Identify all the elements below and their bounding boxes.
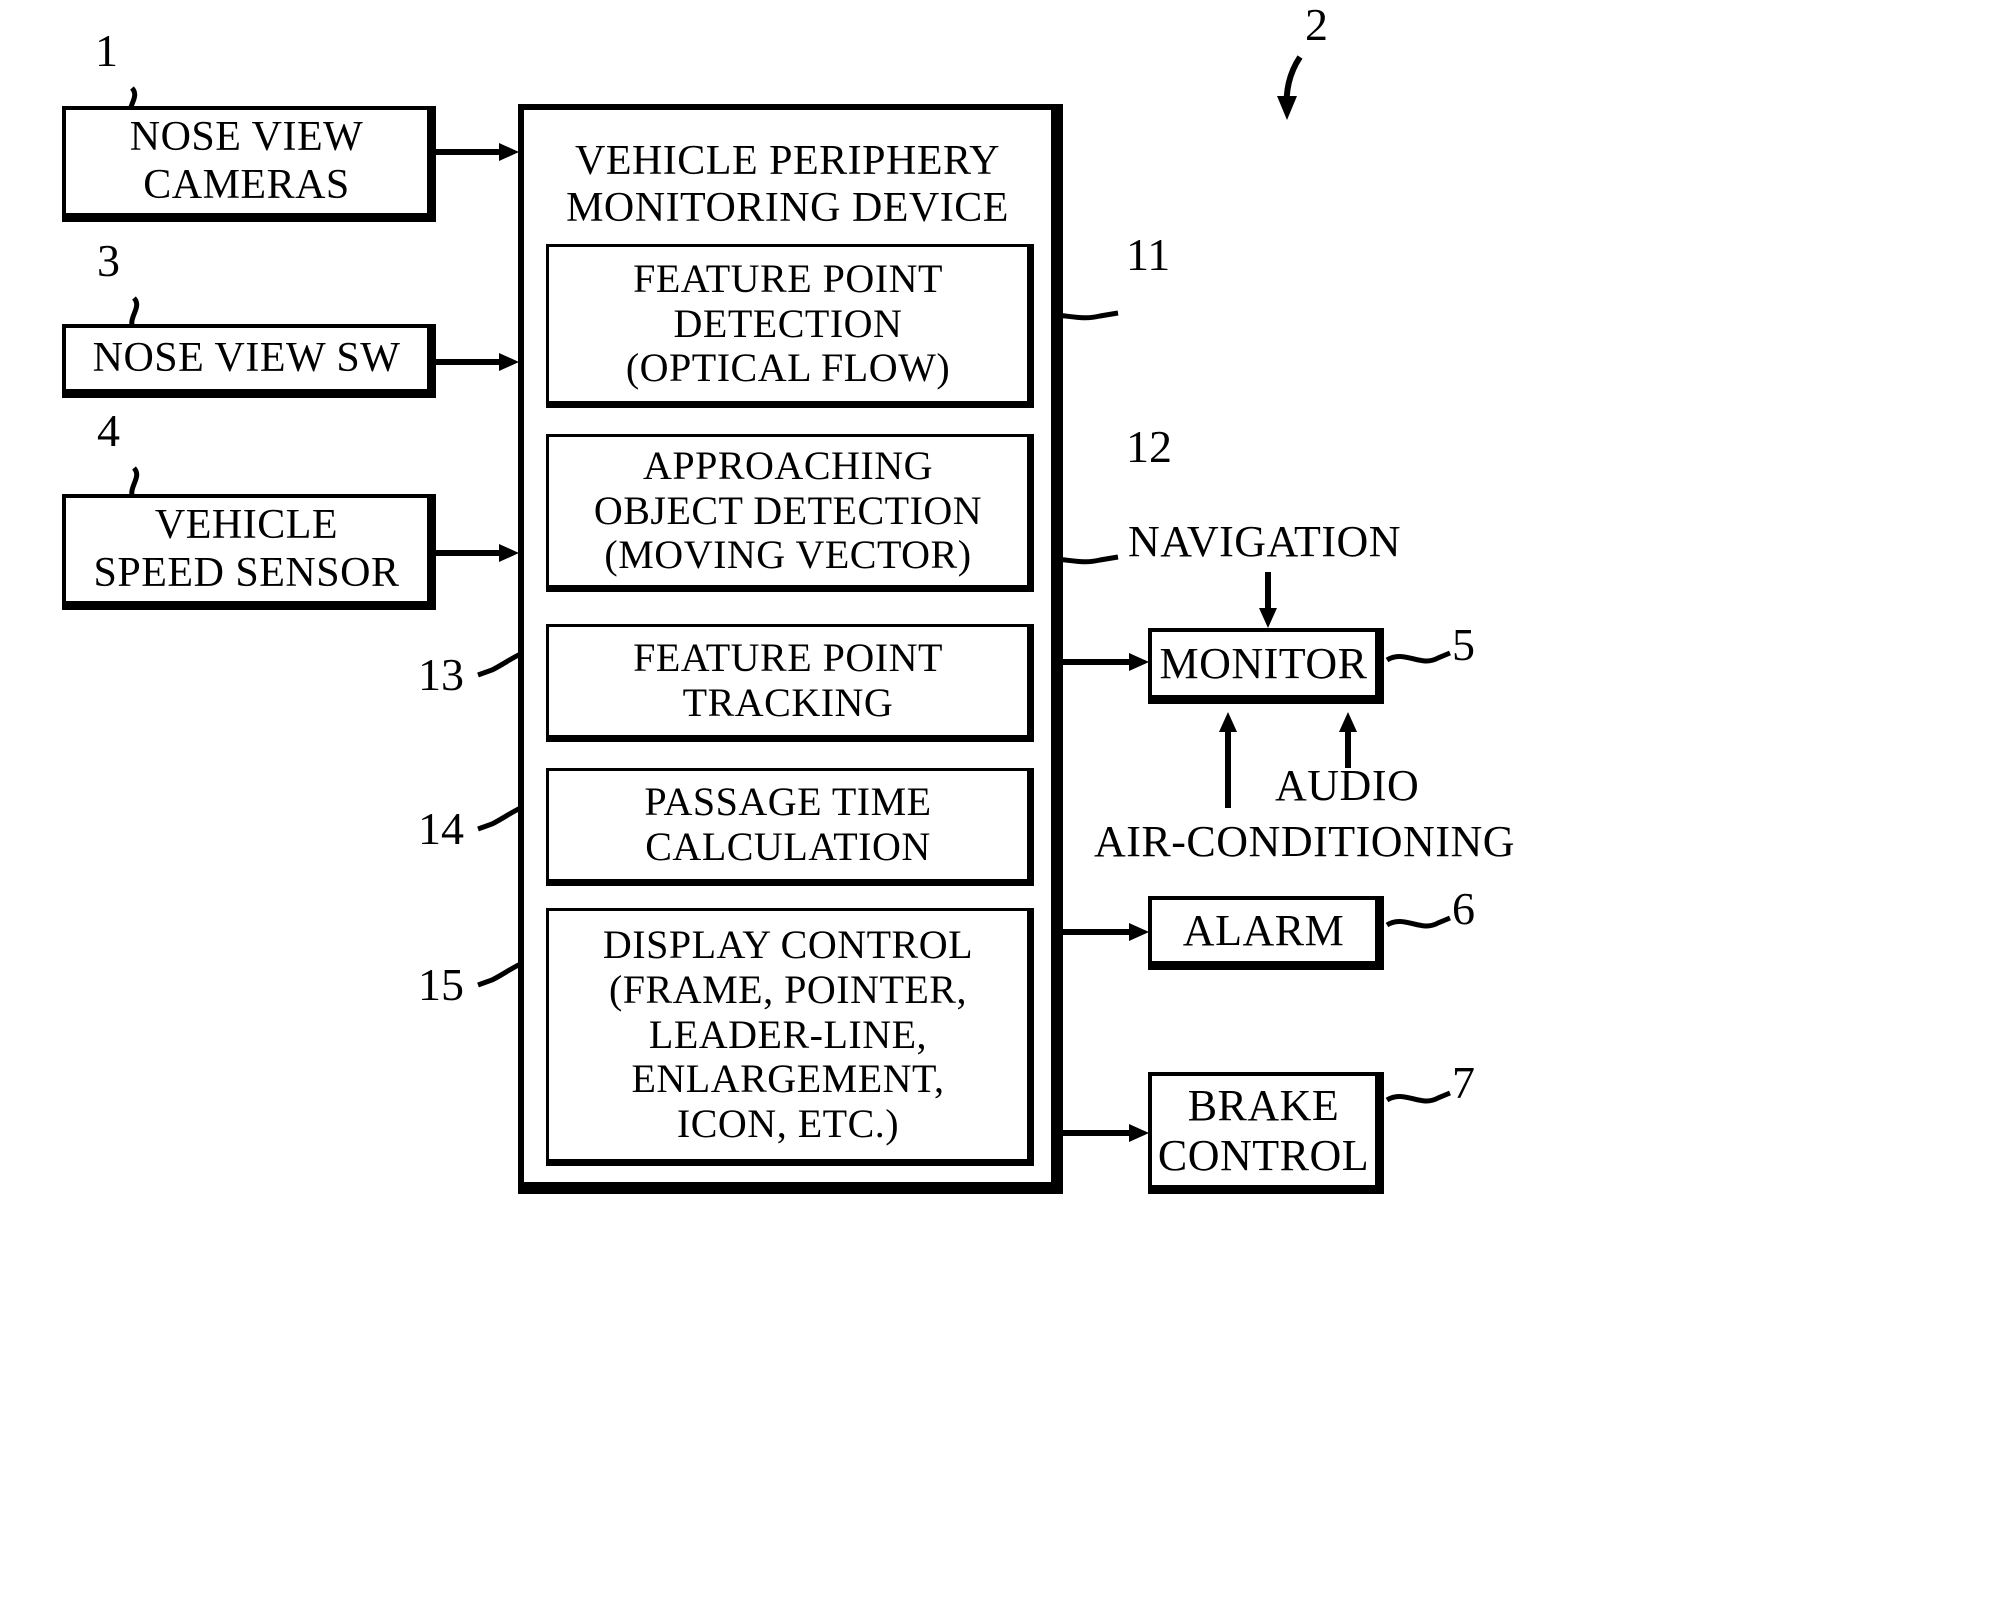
ref-number-6: 6 [1452,883,1475,934]
block-monitor[interactable]: MONITOR [1148,628,1384,704]
arrowhead-brake [1129,1124,1149,1142]
arrowhead-speed [499,544,519,562]
block-brake-control[interactable]: BRAKE CONTROL [1148,1072,1384,1194]
ref-number-4: 4 [97,405,120,456]
module-feature-point-tracking-label: FEATURE POINT TRACKING [633,635,943,725]
ref-number-3: 3 [97,235,120,286]
module-approaching-object-detection[interactable]: APPROACHING OBJECT DETECTION (MOVING VEC… [546,434,1034,592]
block-vehicle-speed-sensor-label: VEHICLE SPEED SENSOR [93,502,400,596]
leader-arrow-2-head [1277,96,1297,120]
figure-canvas: 1 3 4 2 11 12 13 14 15 5 6 7 NOSE VIEW C… [0,0,1994,1604]
module-feature-point-tracking[interactable]: FEATURE POINT TRACKING [546,624,1034,742]
device-title: VEHICLE PERIPHERY MONITORING DEVICE [566,138,1009,232]
block-monitor-label: MONITOR [1159,638,1368,688]
leader-arrow-2 [1283,55,1303,113]
module-display-control-label: DISPLAY CONTROL (FRAME, POINTER, LEADER-… [602,922,974,1147]
arrowhead-cameras [499,143,519,161]
module-feature-point-detection-label: FEATURE POINT DETECTION (OPTICAL FLOW) [625,255,951,391]
leader-line-7 [1385,1090,1451,1104]
ref-number-11: 11 [1126,229,1171,280]
module-passage-time-calculation-label: PASSAGE TIME CALCULATION [644,779,932,869]
module-passage-time-calculation[interactable]: PASSAGE TIME CALCULATION [546,768,1034,886]
block-vehicle-speed-sensor[interactable]: VEHICLE SPEED SENSOR [62,494,436,610]
module-feature-point-detection[interactable]: FEATURE POINT DETECTION (OPTICAL FLOW) [546,244,1034,408]
ref-number-12: 12 [1126,421,1172,472]
ref-number-2: 2 [1305,0,1328,50]
arrowhead-alarm [1129,923,1149,941]
block-nose-view-cameras[interactable]: NOSE VIEW CAMERAS [62,106,436,222]
arrowhead-sw [499,353,519,371]
arrowhead-airconditioning [1219,712,1237,732]
module-display-control[interactable]: DISPLAY CONTROL (FRAME, POINTER, LEADER-… [546,908,1034,1166]
arrowhead-audio [1339,712,1357,732]
block-nose-view-sw[interactable]: NOSE VIEW SW [62,324,436,398]
block-nose-view-cameras-label: NOSE VIEW CAMERAS [129,114,364,208]
leader-line-6 [1385,915,1451,929]
ref-number-1: 1 [95,25,118,76]
ref-number-5: 5 [1452,619,1475,670]
ref-number-14: 14 [418,803,464,854]
block-brake-control-label: BRAKE CONTROL [1157,1081,1370,1180]
ref-number-15: 15 [418,959,464,1010]
label-audio: AUDIO [1275,761,1420,810]
arrowhead-navigation [1259,608,1277,628]
block-nose-view-sw-label: NOSE VIEW SW [92,334,401,381]
arrowhead-monitor [1129,653,1149,671]
leader-line-5 [1385,650,1451,664]
block-alarm[interactable]: ALARM [1148,896,1384,970]
module-approaching-object-detection-label: APPROACHING OBJECT DETECTION (MOVING VEC… [593,442,983,578]
block-alarm-label: ALARM [1182,905,1345,955]
label-navigation: NAVIGATION [1128,517,1402,566]
label-air-conditioning: AIR-CONDITIONING [1094,817,1516,866]
ref-number-7: 7 [1452,1057,1475,1108]
ref-number-13: 13 [418,649,464,700]
